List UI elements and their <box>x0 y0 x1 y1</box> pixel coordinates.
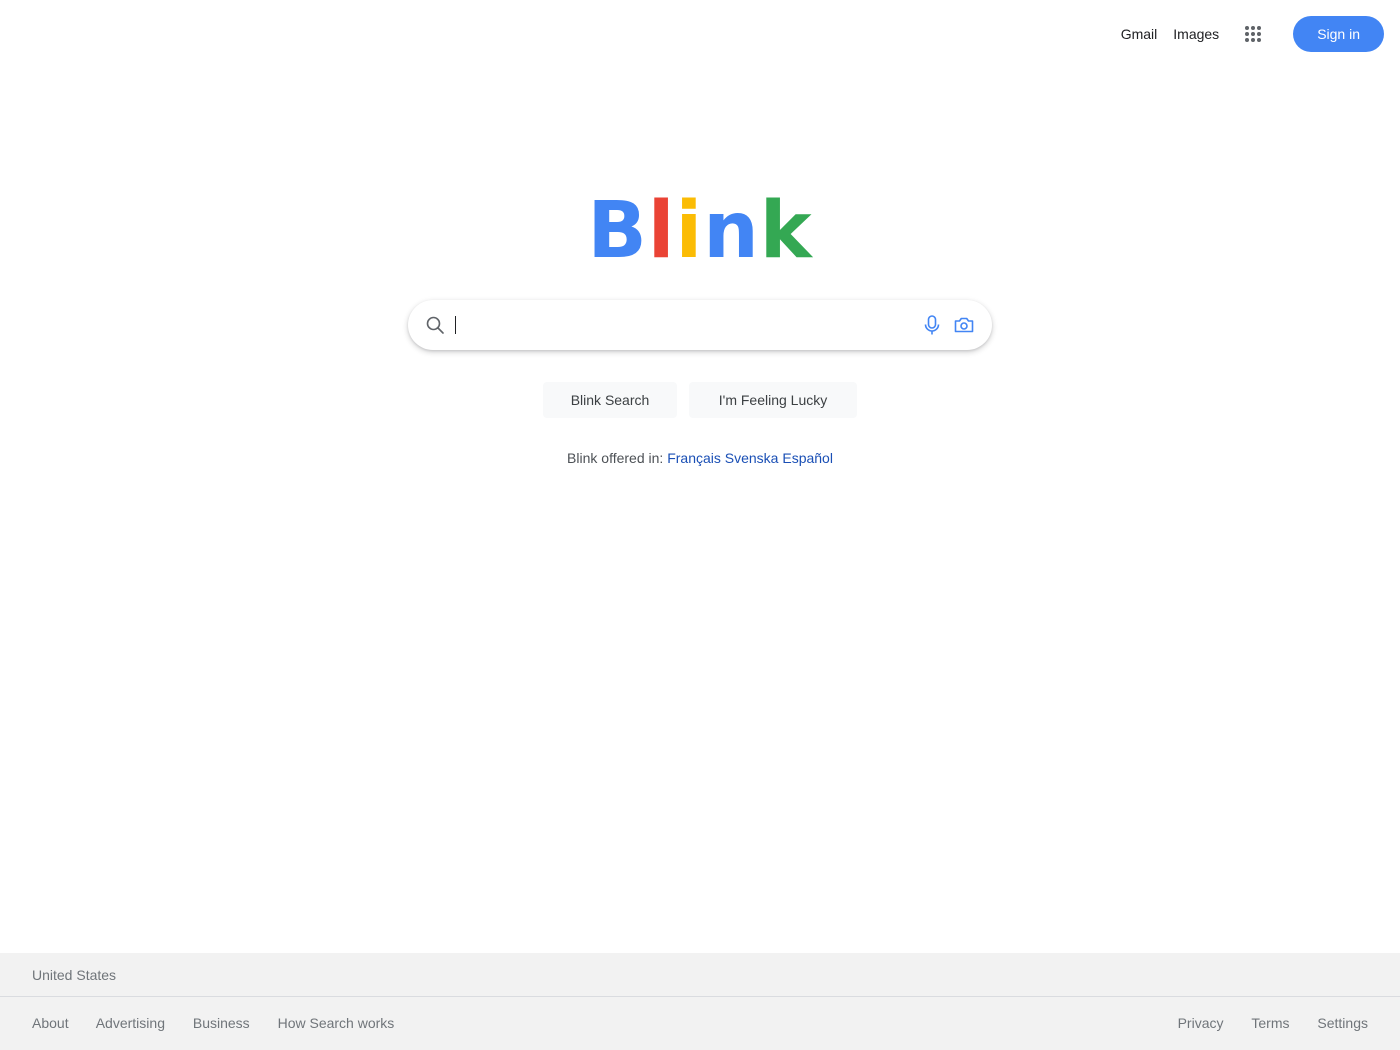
mic-icon[interactable] <box>920 313 944 337</box>
search-icon <box>425 315 445 335</box>
search-box[interactable] <box>408 300 992 350</box>
blink-logo: Blink <box>0 186 1400 276</box>
language-prefix: Blink offered in: <box>567 450 664 466</box>
language-link-svenska[interactable]: Svenska <box>725 450 779 466</box>
camera-icon[interactable] <box>952 313 976 337</box>
logo-letter-4: n <box>703 186 760 276</box>
images-link[interactable]: Images <box>1173 26 1219 42</box>
language-offer: Blink offered in: Français Svenska Españ… <box>0 450 1400 466</box>
footer-link-privacy[interactable]: Privacy <box>1178 1015 1224 1031</box>
top-nav: Gmail Images Sign in <box>1105 16 1384 52</box>
footer-link-terms[interactable]: Terms <box>1251 1015 1289 1031</box>
gmail-link[interactable]: Gmail <box>1121 26 1158 42</box>
footer-left-links: About Advertising Business How Search wo… <box>32 1015 418 1031</box>
footer-link-how-search-works[interactable]: How Search works <box>278 1015 395 1031</box>
footer-link-about[interactable]: About <box>32 1015 69 1031</box>
logo-letter-5: k <box>759 186 813 276</box>
footer-country: United States <box>0 953 1400 997</box>
language-link-francais[interactable]: Français <box>667 450 721 466</box>
footer-link-business[interactable]: Business <box>193 1015 250 1031</box>
apps-grid-icon <box>1245 26 1262 42</box>
apps-button[interactable] <box>1233 14 1273 54</box>
language-link-espanol[interactable]: Español <box>782 450 833 466</box>
logo-letter-3: i <box>675 186 704 276</box>
logo-letter-2: l <box>647 186 676 276</box>
footer-link-advertising[interactable]: Advertising <box>96 1015 165 1031</box>
search-input[interactable] <box>455 316 920 334</box>
logo-letter-1: B <box>587 186 648 276</box>
search-buttons: Blink Search I'm Feeling Lucky <box>0 382 1400 418</box>
sign-in-button[interactable]: Sign in <box>1293 16 1384 52</box>
footer-links: About Advertising Business How Search wo… <box>0 997 1400 1049</box>
footer-link-settings[interactable]: Settings <box>1317 1015 1368 1031</box>
feeling-lucky-button[interactable]: I'm Feeling Lucky <box>689 382 857 418</box>
blink-search-button[interactable]: Blink Search <box>543 382 677 418</box>
blink-homepage: Gmail Images Sign in Blink Blink Search … <box>0 0 1400 1050</box>
footer-right-links: Privacy Terms Settings <box>1154 1015 1368 1031</box>
footer: United States About Advertising Business… <box>0 953 1400 1050</box>
